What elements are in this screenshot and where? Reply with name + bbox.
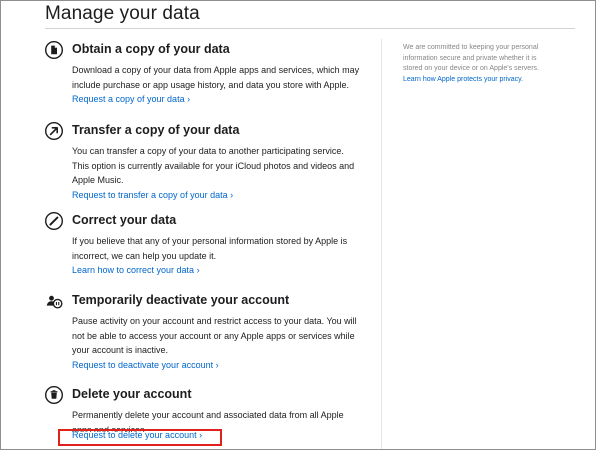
deactivate-account-icon xyxy=(45,292,63,310)
section-description: If you believe that any of your personal… xyxy=(72,234,372,278)
privacy-learn-more-link[interactable]: Learn how Apple protects your privacy. xyxy=(403,76,523,83)
section-title: Obtain a copy of your data xyxy=(72,42,230,56)
column-divider xyxy=(381,39,382,449)
description-line: Pause activity on your account and restr… xyxy=(72,316,357,326)
privacy-note-line: information secure and private whether i… xyxy=(403,54,537,62)
description-line: Download a copy of your data from Apple … xyxy=(72,65,360,75)
title-divider xyxy=(45,28,575,29)
description-line: If you believe that any of your personal… xyxy=(72,236,348,246)
description-line: your account is inactive. xyxy=(72,345,169,355)
arrow-up-right-icon xyxy=(45,122,63,140)
section-title: Delete your account xyxy=(72,387,192,401)
deactivate-account-link[interactable]: Request to deactivate your account › xyxy=(72,358,372,373)
section-description: Pause activity on your account and restr… xyxy=(72,314,372,372)
correct-data-link[interactable]: Learn how to correct your data › xyxy=(72,263,372,278)
privacy-note-line: stored on your device or on Apple's serv… xyxy=(403,65,539,72)
manage-data-page: Manage your data Obtain a copy of your d… xyxy=(0,0,596,450)
privacy-note-line: We are committed to keeping your persona… xyxy=(403,44,539,51)
document-icon xyxy=(45,41,63,59)
trash-icon xyxy=(45,386,63,404)
privacy-note: We are committed to keeping your persona… xyxy=(403,43,563,85)
request-delete-account-link[interactable]: Request to delete your account › xyxy=(72,428,372,443)
description-line: Permanently delete your account and asso… xyxy=(72,410,344,420)
section-title: Temporarily deactivate your account xyxy=(72,293,290,307)
description-line: This option is currently available for y… xyxy=(72,160,355,171)
description-line: include purchase or app usage history, a… xyxy=(72,79,350,90)
section-description: Permanently delete your account and asso… xyxy=(72,408,372,442)
pencil-icon xyxy=(45,212,63,230)
description-line: Apple Music. xyxy=(72,175,124,185)
section-title: Correct your data xyxy=(72,213,177,227)
request-transfer-link[interactable]: Request to transfer a copy of your data … xyxy=(72,188,372,203)
section-description: Download a copy of your data from Apple … xyxy=(72,63,372,107)
description-line: incorrect, we can help you update it. xyxy=(72,250,217,261)
page-title: Manage your data xyxy=(45,3,200,24)
section-description: You can transfer a copy of your data to … xyxy=(72,144,372,202)
section-title: Transfer a copy of your data xyxy=(72,123,240,137)
request-copy-link[interactable]: Request a copy of your data › xyxy=(72,92,372,107)
description-line: not be able to access your account or an… xyxy=(72,330,355,341)
description-line: You can transfer a copy of your data to … xyxy=(72,146,344,156)
